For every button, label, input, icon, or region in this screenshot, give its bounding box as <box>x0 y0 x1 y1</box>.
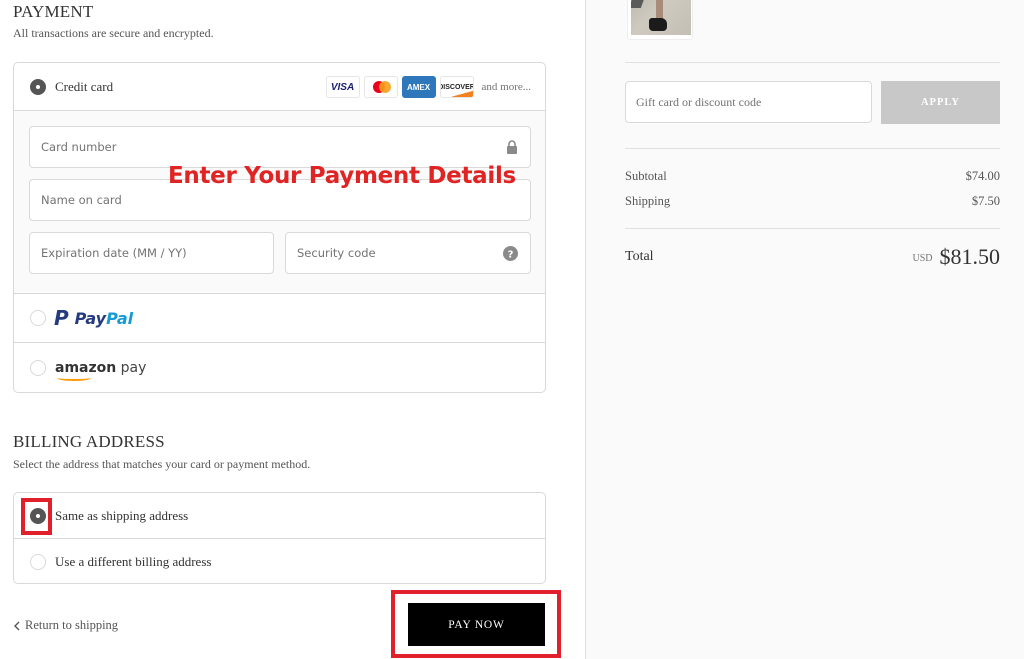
checkout-main: PAYMENT All transactions are secure and … <box>0 0 585 659</box>
amex-icon: AMEX <box>401 76 436 98</box>
total-label: Total <box>625 249 654 264</box>
discover-icon: DISCOVER <box>439 76 474 98</box>
billing-subtitle: Select the address that matches your car… <box>13 457 311 471</box>
total-amount: $81.50 <box>939 244 1001 269</box>
mastercard-icon <box>363 76 398 98</box>
pay-now-button[interactable]: PAY NOW <box>408 603 545 646</box>
chevron-left-icon <box>14 621 20 630</box>
shipping-label: Shipping <box>625 194 671 208</box>
apply-button[interactable]: APPLY <box>881 81 1000 124</box>
security-code-placeholder: Security code <box>297 246 376 260</box>
highlight-box-radio <box>21 498 52 535</box>
total-row: Total USD $81.50 <box>625 244 1000 270</box>
different-address-radio[interactable] <box>30 554 46 570</box>
amazon-smile-icon <box>57 375 91 381</box>
currency-code: USD <box>912 253 933 264</box>
shipping-row: Shipping $7.50 <box>625 194 1000 209</box>
paypal-logo: P Pay Pal <box>54 306 134 330</box>
return-label: Return to shipping <box>25 618 119 632</box>
credit-card-radio[interactable] <box>30 78 46 95</box>
payment-option-paypal[interactable]: P Pay Pal <box>14 294 545 343</box>
credit-card-label: Credit card <box>55 78 114 94</box>
billing-option-different[interactable]: Use a different billing address <box>14 539 545 585</box>
subtotal-value: $74.00 <box>965 169 1000 183</box>
expiration-date-input[interactable]: Expiration date (MM / YY) <box>29 232 274 274</box>
visa-icon: VISA <box>325 76 360 98</box>
payment-option-credit-card[interactable]: Credit card VISA AMEX DISCOVER and more.… <box>14 63 545 111</box>
summary-divider <box>625 228 1000 229</box>
summary-divider <box>625 148 1000 149</box>
card-brand-logos: VISA AMEX DISCOVER and more... <box>325 76 531 98</box>
name-on-card-placeholder: Name on card <box>41 193 122 207</box>
same-address-label: Same as shipping address <box>55 507 189 523</box>
paypal-radio[interactable] <box>30 310 46 326</box>
billing-title: BILLING ADDRESS <box>13 432 165 451</box>
different-address-label: Use a different billing address <box>55 554 212 569</box>
help-icon[interactable]: ? <box>503 246 518 264</box>
discount-placeholder: Gift card or discount code <box>636 94 762 109</box>
discount-code-input[interactable]: Gift card or discount code <box>625 81 872 123</box>
subtotal-row: Subtotal $74.00 <box>625 169 1000 184</box>
billing-options: Same as shipping address Use a different… <box>13 492 546 584</box>
order-summary: Gift card or discount code APPLY Subtota… <box>585 0 1024 659</box>
security-code-input[interactable]: Security code ? <box>285 232 531 274</box>
shipping-value: $7.50 <box>971 194 1000 208</box>
billing-option-same[interactable]: Same as shipping address <box>14 493 545 539</box>
svg-text:?: ? <box>508 250 514 261</box>
payment-methods: Credit card VISA AMEX DISCOVER and more.… <box>13 62 546 393</box>
expiration-placeholder: Expiration date (MM / YY) <box>41 246 187 260</box>
product-thumbnail <box>627 0 693 40</box>
amazon-pay-radio[interactable] <box>30 359 46 376</box>
more-brands-text: and more... <box>481 81 531 93</box>
card-number-placeholder: Card number <box>41 140 117 154</box>
credit-card-fields: Card number Name on card Expiration date… <box>14 111 545 294</box>
summary-divider <box>625 62 1000 63</box>
payment-option-amazon-pay[interactable]: amazon pay <box>14 343 545 392</box>
return-to-shipping-link[interactable]: Return to shipping <box>14 618 118 633</box>
product-image <box>631 0 691 35</box>
amazon-pay-logo: amazon pay <box>55 360 146 381</box>
annotation-text: Enter Your Payment Details <box>168 163 516 189</box>
payment-title: PAYMENT <box>13 2 94 21</box>
subtotal-label: Subtotal <box>625 169 667 183</box>
payment-subtitle: All transactions are secure and encrypte… <box>13 26 214 40</box>
lock-icon <box>506 140 518 157</box>
card-number-input[interactable]: Card number <box>29 126 531 168</box>
